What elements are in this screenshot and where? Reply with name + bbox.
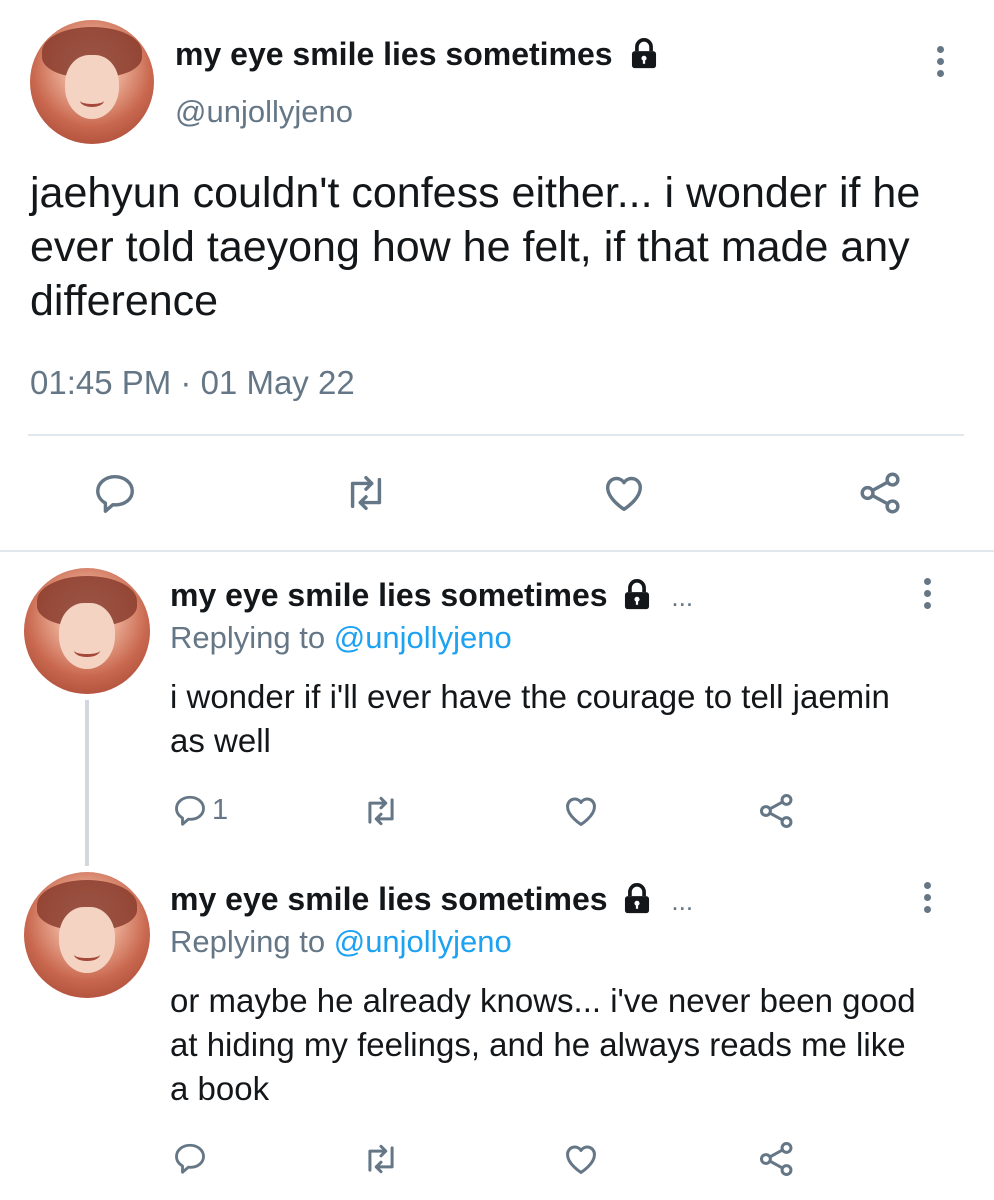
reply-icon[interactable] bbox=[172, 1140, 208, 1176]
divider bbox=[28, 434, 964, 436]
lock-icon bbox=[632, 37, 657, 68]
avatar[interactable] bbox=[24, 568, 150, 694]
replying-handle-link[interactable]: @unjollyjeno bbox=[334, 924, 512, 959]
share-icon[interactable] bbox=[858, 470, 904, 516]
lock-icon bbox=[625, 578, 650, 609]
more-icon[interactable] bbox=[937, 46, 944, 82]
like-icon[interactable] bbox=[561, 792, 601, 830]
retweet-icon[interactable] bbox=[340, 470, 392, 516]
replying-to: Replying to @unjollyjeno bbox=[170, 620, 512, 655]
display-name[interactable]: my eye smile lies sometimes ... bbox=[170, 577, 693, 614]
lock-icon bbox=[625, 882, 650, 913]
tweet-text: jaehyun couldn't confess either... i won… bbox=[30, 169, 921, 325]
reply-count: 1 bbox=[212, 793, 229, 826]
avatar[interactable] bbox=[24, 872, 150, 998]
truncation-ellipsis: ... bbox=[671, 582, 694, 612]
share-icon[interactable] bbox=[758, 1140, 796, 1178]
retweet-icon[interactable] bbox=[360, 792, 402, 830]
replying-to: Replying to @unjollyjeno bbox=[170, 924, 512, 959]
truncation-ellipsis: ... bbox=[671, 886, 694, 916]
display-name[interactable]: my eye smile lies sometimes ... bbox=[170, 881, 693, 918]
replying-handle-link[interactable]: @unjollyjeno bbox=[334, 620, 512, 655]
timestamp[interactable]: 01:45 PM · 01 May 22 bbox=[30, 364, 355, 402]
more-icon[interactable] bbox=[924, 578, 931, 614]
handle[interactable]: @unjollyjeno bbox=[175, 94, 353, 130]
share-icon[interactable] bbox=[758, 792, 796, 830]
thread-line bbox=[85, 700, 89, 866]
avatar[interactable] bbox=[30, 20, 154, 144]
tweet-text: i wonder if i'll ever have the courage t… bbox=[170, 678, 890, 759]
retweet-icon[interactable] bbox=[360, 1140, 402, 1178]
like-icon[interactable] bbox=[561, 1140, 601, 1178]
reply-icon[interactable] bbox=[92, 470, 138, 516]
reply-button[interactable]: 1 bbox=[172, 792, 228, 828]
section-divider bbox=[0, 550, 994, 552]
tweet-text: or maybe he already knows... i've never … bbox=[170, 982, 916, 1107]
reply-icon[interactable] bbox=[172, 792, 208, 828]
display-name[interactable]: my eye smile lies sometimes bbox=[175, 36, 661, 73]
more-icon[interactable] bbox=[924, 882, 931, 918]
like-icon[interactable] bbox=[600, 470, 648, 516]
